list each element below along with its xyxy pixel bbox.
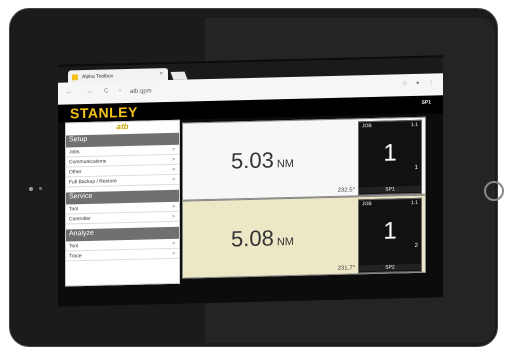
chevron-right-icon: >: [172, 240, 175, 247]
job-id: 1.1: [411, 121, 418, 129]
item-label: Trace: [69, 253, 82, 260]
chevron-right-icon: >: [172, 203, 175, 210]
sidebar: atb Setup Jobs > Communications > Other > F…: [65, 119, 180, 287]
job-number: 1: [383, 139, 397, 167]
camera-icon: [29, 187, 33, 191]
job-label: JOB: [362, 201, 372, 208]
sidebar-item-trace[interactable]: Trace >: [66, 248, 179, 262]
angle-value: 231.7°: [337, 265, 355, 272]
chevron-right-icon: >: [172, 156, 175, 163]
job-id: 1.1: [411, 199, 418, 207]
job-number: 1: [383, 217, 397, 245]
chevron-right-icon: >: [172, 146, 175, 153]
item-label: Other: [69, 169, 82, 176]
result-panel-sp1: 5.03 NM 232.5° JOB 1.1 1 1 SP1: [182, 116, 426, 201]
angle-value: 232.5°: [337, 187, 355, 194]
home-button[interactable]: [484, 181, 504, 201]
chevron-right-icon: >: [172, 176, 175, 183]
spindle-label: SP1: [421, 99, 431, 106]
torque-unit: NM: [276, 235, 294, 249]
item-label: Tool: [69, 243, 79, 250]
stanley-logo: STANLEY: [70, 103, 138, 122]
tablet-screen: Alpha Toolbox × ← → C ▫ atb.qpm ☆ ✦ ⋮ ST…: [58, 55, 443, 307]
item-label: Jobs: [69, 149, 80, 156]
item-label: Communications: [69, 158, 107, 166]
torque-number: 5.08: [231, 225, 274, 252]
back-icon[interactable]: ←: [66, 89, 72, 95]
chevron-right-icon: >: [172, 166, 175, 173]
job-label: JOB: [362, 123, 372, 130]
torque-unit: NM: [276, 157, 294, 171]
cycle-count: 2: [414, 242, 418, 249]
cycle-count: 1: [414, 164, 418, 171]
item-label: Full Backup / Restore: [69, 178, 117, 186]
spindle-name: SP2: [359, 263, 421, 272]
torque-value: 5.08 NM: [231, 225, 294, 253]
chevron-right-icon: >: [172, 213, 175, 220]
job-box: JOB 1.1 1 1 SP1: [358, 119, 422, 196]
url-field[interactable]: atb.qpm: [130, 88, 152, 95]
chevron-right-icon: >: [172, 250, 175, 257]
item-label: Tool: [69, 206, 79, 213]
close-tab-icon[interactable]: ×: [159, 71, 163, 77]
forward-icon[interactable]: →: [86, 89, 92, 95]
sensor-icon: [39, 187, 42, 190]
item-label: Controller: [69, 215, 91, 223]
reload-icon[interactable]: C: [104, 88, 108, 94]
tab-title: Alpha Toolbox: [82, 73, 114, 81]
page-icon: ▫: [119, 88, 122, 95]
job-box: JOB 1.1 1 2 SP2: [358, 197, 422, 274]
torque-number: 5.03: [231, 147, 274, 174]
favicon-icon: [72, 74, 78, 81]
result-panel-sp2: 5.08 NM 231.7° JOB 1.1 1 2 SP2: [182, 194, 426, 279]
spindle-name: SP1: [359, 185, 421, 194]
browser-menu-icons[interactable]: ☆ ✦ ⋮: [402, 79, 437, 87]
torque-value: 5.03 NM: [231, 147, 294, 175]
